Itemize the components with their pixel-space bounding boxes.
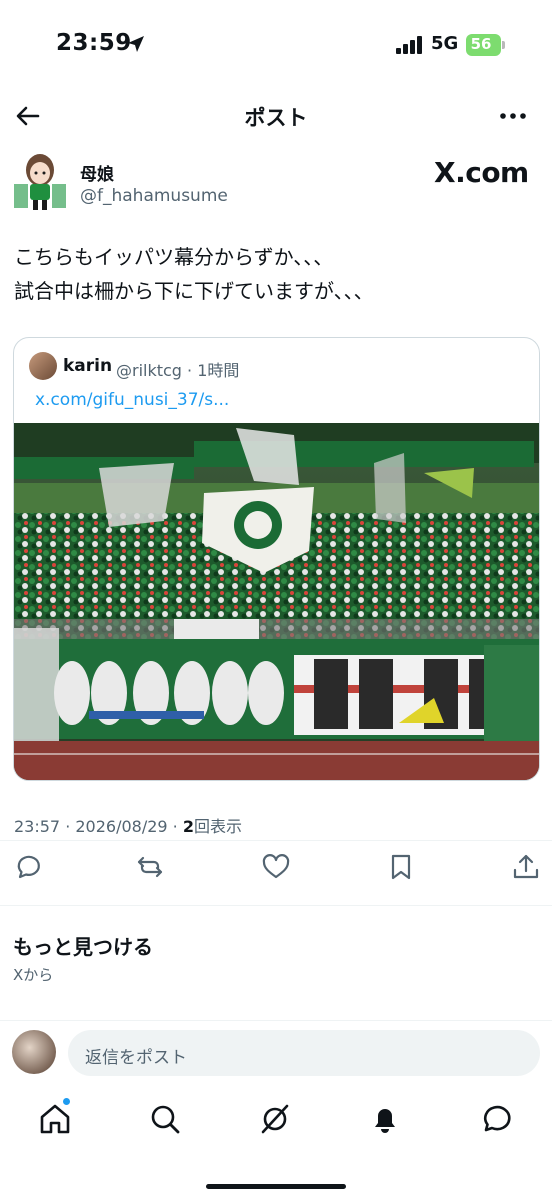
quote-avatar <box>29 352 57 380</box>
share-icon[interactable] <box>511 852 541 882</box>
reply-icon[interactable] <box>12 852 42 882</box>
post-author: 母娘 @f_hahamusume X.com <box>0 152 552 218</box>
signal-icon <box>396 36 422 54</box>
nav-bar: ポスト <box>0 92 552 140</box>
home-indicator <box>206 1184 346 1189</box>
views-count: 2 <box>182 817 194 836</box>
search-icon[interactable] <box>148 1102 182 1136</box>
location-arrow-icon <box>128 36 144 52</box>
quote-author-name: karin <box>63 356 113 376</box>
network-type: 5G <box>431 33 459 54</box>
battery-icon: 56 <box>466 34 506 56</box>
reply-input[interactable]: 返信をポスト <box>68 1030 540 1076</box>
user-avatar[interactable] <box>12 1030 56 1074</box>
page-title: ポスト <box>244 106 308 130</box>
home-icon[interactable] <box>38 1102 72 1136</box>
author-name[interactable]: 母娘 <box>80 160 114 185</box>
messages-icon[interactable] <box>478 1102 512 1136</box>
post-text: こちらもイッパツ幕分からずか、、、 試合中は柵から下に下げていますが、、、 <box>14 240 538 308</box>
home-notification-dot <box>62 1097 71 1106</box>
author-avatar[interactable] <box>14 152 66 212</box>
post-text-line: 試合中は柵から下に下げていますが、、、 <box>14 279 374 303</box>
post-actions <box>0 852 552 886</box>
notifications-bell-icon[interactable] <box>368 1102 402 1136</box>
status-time: 23:59 <box>56 30 132 56</box>
post-timestamp: 23:57 · 2026/08/29 · 2回表示 <box>14 817 242 836</box>
battery-level: 56 <box>470 35 492 53</box>
discover-more-subtitle: Xから <box>13 966 54 984</box>
stadium-photo[interactable] <box>14 423 540 781</box>
author-handle[interactable]: @f_hahamusume <box>80 186 228 206</box>
quote-handle-time: @rilktcg · 1時間 <box>116 361 240 380</box>
bottom-tab-bar <box>0 1090 552 1150</box>
bookmark-icon[interactable] <box>386 852 416 882</box>
xcom-logo: X.com <box>434 156 529 189</box>
divider <box>0 840 552 841</box>
like-heart-icon[interactable] <box>261 852 291 882</box>
grok-icon[interactable] <box>258 1102 292 1136</box>
discover-more-title: もっと見つける <box>13 935 153 959</box>
reply-composer: 返信をポスト <box>0 1020 552 1086</box>
divider <box>0 905 552 906</box>
quoted-post-card[interactable]: karin @rilktcg · 1時間 x.com/gifu_nusi_37/… <box>13 337 540 781</box>
post-text-line: こちらもイッパツ幕分からずか、、、 <box>14 245 334 269</box>
more-options-icon[interactable] <box>497 102 529 130</box>
quote-link[interactable]: x.com/gifu_nusi_37/s... <box>35 390 229 410</box>
status-bar: 23:59 5G 56 <box>0 0 552 90</box>
repost-icon[interactable] <box>135 852 165 882</box>
